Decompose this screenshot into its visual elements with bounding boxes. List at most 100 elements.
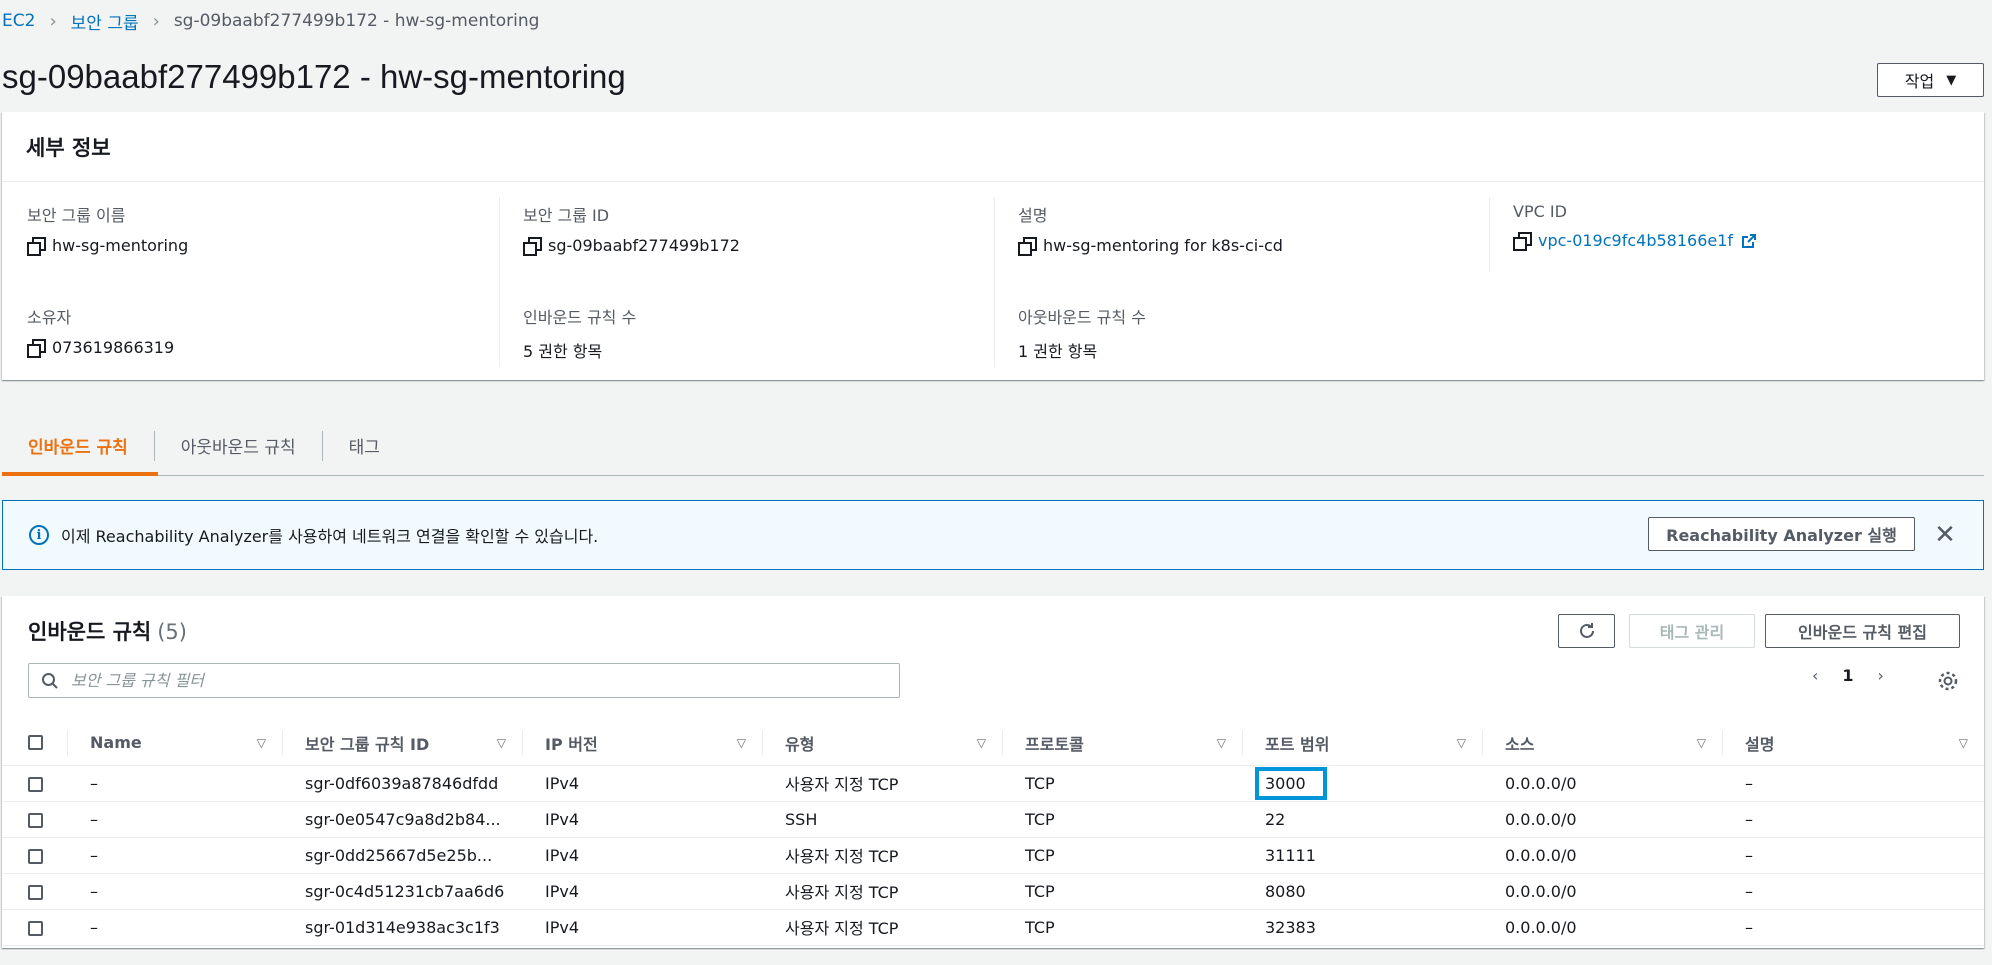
cell-description: –: [1723, 837, 1984, 874]
row-checkbox[interactable]: [28, 776, 43, 792]
breadcrumb-ec2-link[interactable]: EC2: [2, 11, 35, 31]
select-all-checkbox[interactable]: [28, 735, 43, 751]
sort-icon[interactable]: ▽: [497, 736, 506, 750]
copy-icon[interactable]: [27, 237, 46, 256]
sort-icon[interactable]: ▽: [1217, 736, 1226, 750]
cell-port-range: 31111: [1243, 837, 1483, 874]
table-row[interactable]: – sgr-01d314e938ac3c1f3 IPv4 사용자 지정 TCP …: [2, 909, 1984, 946]
col-header-type[interactable]: 유형: [785, 731, 814, 755]
col-header-description[interactable]: 설명: [1745, 731, 1774, 755]
inbound-rules-panel: 인바운드 규칙(5) 태그 관리 인바운드 규칙 편집 ‹ 1 › Name ▽ …: [2, 596, 1984, 948]
col-header-source[interactable]: 소스: [1505, 731, 1534, 755]
refresh-icon: [1579, 623, 1594, 638]
outbound-count-label: 아웃바운드 규칙 수: [1018, 308, 1146, 327]
sort-icon[interactable]: ▽: [977, 736, 986, 750]
chevron-right-icon[interactable]: ›: [1878, 666, 1884, 685]
cell-ip-version: IPv4: [523, 837, 763, 874]
chevron-left-icon[interactable]: ‹: [1812, 666, 1818, 685]
manage-tags-button[interactable]: 태그 관리: [1629, 614, 1755, 648]
tab-bar: 인바운드 규칙 아웃바운드 규칙 태그: [2, 416, 1984, 476]
cell-protocol: TCP: [1003, 873, 1243, 910]
col-header-rule-id[interactable]: 보안 그룹 규칙 ID: [305, 731, 429, 755]
copy-icon[interactable]: [27, 339, 46, 358]
tab-tags[interactable]: 태그: [321, 430, 406, 461]
refresh-button[interactable]: [1558, 614, 1615, 648]
col-header-port-range[interactable]: 포트 범위: [1265, 731, 1329, 755]
cell-description: –: [1723, 765, 1984, 802]
cell-type: 사용자 지정 TCP: [763, 765, 1003, 802]
cell-port-range: 32383: [1243, 909, 1483, 946]
search-input[interactable]: [69, 670, 899, 691]
sg-name-field: 보안 그룹 이름 hw-sg-mentoring: [27, 202, 188, 256]
page-title: sg-09baabf277499b172 - hw-sg-mentoring: [2, 58, 626, 95]
sort-icon[interactable]: ▽: [1697, 736, 1706, 750]
cell-ip-version: IPv4: [523, 873, 763, 910]
edit-inbound-rules-button[interactable]: 인바운드 규칙 편집: [1765, 614, 1960, 648]
table-row[interactable]: – sgr-0dd25667d5e25b... IPv4 사용자 지정 TCP …: [2, 837, 1984, 874]
table-row[interactable]: – sgr-0df6039a87846dfdd IPv4 사용자 지정 TCP …: [2, 765, 1984, 802]
sort-icon[interactable]: ▽: [1959, 736, 1968, 750]
col-header-protocol[interactable]: 프로토콜: [1025, 731, 1084, 755]
owner-field: 소유자 073619866319: [27, 304, 175, 358]
actions-button[interactable]: 작업 ▼: [1877, 63, 1984, 97]
cell-ip-version: IPv4: [523, 765, 763, 802]
cell-rule-id: sgr-01d314e938ac3c1f3: [283, 909, 523, 946]
details-panel: 세부 정보 보안 그룹 이름 hw-sg-mentoring 보안 그룹 ID …: [2, 112, 1984, 380]
tab-outbound-rules[interactable]: 아웃바운드 규칙: [153, 430, 322, 461]
gear-icon[interactable]: [1937, 670, 1959, 692]
sort-icon[interactable]: ▽: [1457, 736, 1466, 750]
close-icon[interactable]: ✕: [1932, 520, 1958, 550]
breadcrumb: EC2 › 보안 그룹 › sg-09baabf277499b172 - hw-…: [2, 9, 540, 34]
row-checkbox[interactable]: [28, 884, 43, 900]
rules-count: (5): [157, 620, 187, 644]
description-value: hw-sg-mentoring for k8s-ci-cd: [1043, 236, 1283, 255]
col-header-name[interactable]: Name: [90, 733, 142, 752]
cell-port-range: 8080: [1243, 873, 1483, 910]
inbound-count-value: 5 권한 항목: [523, 342, 603, 361]
table-header-row: Name ▽ 보안 그룹 규칙 ID ▽ IP 버전 ▽ 유형 ▽ 프로토콜 ▽ 포트 범…: [2, 721, 1984, 766]
copy-icon[interactable]: [523, 237, 542, 256]
owner-label: 소유자: [27, 308, 72, 327]
tab-inbound-rules[interactable]: 인바운드 규칙: [2, 431, 154, 461]
cell-rule-id: sgr-0dd25667d5e25b...: [283, 837, 523, 874]
breadcrumb-security-groups-link[interactable]: 보안 그룹: [71, 9, 139, 34]
table-row[interactable]: – sgr-0e0547c9a8d2b84... IPv4 SSH TCP 22…: [2, 801, 1984, 838]
cell-name: –: [68, 909, 283, 946]
rules-title: 인바운드 규칙 (5): [28, 616, 187, 646]
details-header: 세부 정보: [2, 112, 1984, 182]
vpc-id-link[interactable]: vpc-019c9fc4b58166e1f: [1538, 231, 1733, 250]
row-checkbox[interactable]: [28, 812, 43, 828]
cell-protocol: TCP: [1003, 801, 1243, 838]
vpc-id-label: VPC ID: [1513, 202, 1567, 221]
external-link-icon[interactable]: [1741, 233, 1757, 249]
table-row[interactable]: – sgr-0c4d51231cb7aa6d6 IPv4 사용자 지정 TCP …: [2, 873, 1984, 910]
outbound-count-field: 아웃바운드 규칙 수 1 권한 항목: [1018, 304, 1146, 362]
info-icon: i: [29, 525, 49, 545]
col-header-ip-version[interactable]: IP 버전: [545, 731, 598, 755]
caret-down-icon: ▼: [1946, 72, 1957, 88]
owner-value: 073619866319: [52, 338, 175, 357]
sg-id-label: 보안 그룹 ID: [523, 206, 610, 225]
cell-type: 사용자 지정 TCP: [763, 837, 1003, 874]
info-banner-text: 이제 Reachability Analyzer를 사용하여 네트워크 연결을 …: [61, 527, 599, 546]
cell-port-range: 22: [1243, 801, 1483, 838]
cell-source: 0.0.0.0/0: [1483, 765, 1723, 802]
sort-icon[interactable]: ▽: [737, 736, 746, 750]
breadcrumb-current: sg-09baabf277499b172 - hw-sg-mentoring: [173, 11, 540, 31]
cell-type: 사용자 지정 TCP: [763, 873, 1003, 910]
page-number[interactable]: 1: [1842, 666, 1853, 685]
cell-type: SSH: [763, 801, 1003, 838]
row-checkbox[interactable]: [28, 920, 43, 936]
cell-ip-version: IPv4: [523, 801, 763, 838]
row-checkbox[interactable]: [28, 848, 43, 864]
cell-ip-version: IPv4: [523, 909, 763, 946]
chevron-right-icon: ›: [49, 10, 57, 32]
sort-icon[interactable]: ▽: [257, 736, 266, 750]
cell-protocol: TCP: [1003, 837, 1243, 874]
cell-source: 0.0.0.0/0: [1483, 801, 1723, 838]
rules-table: Name ▽ 보안 그룹 규칙 ID ▽ IP 버전 ▽ 유형 ▽ 프로토콜 ▽ 포트 범…: [2, 721, 1984, 946]
copy-icon[interactable]: [1018, 237, 1037, 256]
copy-icon[interactable]: [1513, 232, 1532, 251]
cell-protocol: TCP: [1003, 765, 1243, 802]
reachability-analyzer-button[interactable]: Reachability Analyzer 실행: [1648, 517, 1915, 551]
